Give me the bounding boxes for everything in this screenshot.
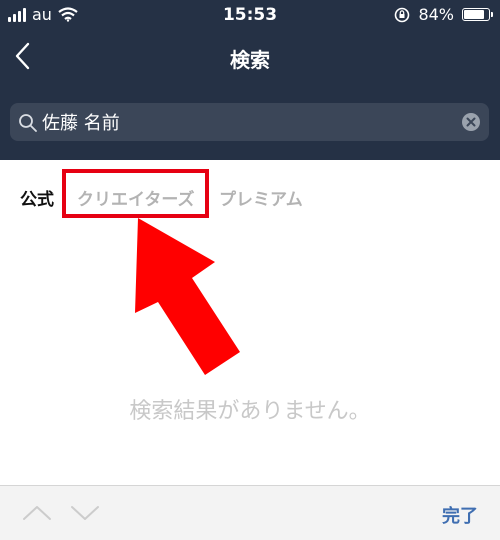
- search-bar[interactable]: [10, 103, 489, 141]
- search-input[interactable]: [42, 107, 432, 137]
- highlight-box: [62, 169, 209, 218]
- search-icon: [19, 114, 37, 132]
- done-button[interactable]: 完了: [442, 502, 478, 528]
- keyboard-toolbar: 完了: [0, 485, 500, 540]
- chevron-up-icon[interactable]: [20, 501, 54, 525]
- clear-icon[interactable]: [462, 113, 480, 131]
- tab-official[interactable]: 公式: [20, 185, 54, 210]
- battery-icon: [462, 8, 493, 21]
- empty-results-message: 検索結果がありません。: [129, 399, 371, 424]
- nav-bar: 検索: [0, 30, 500, 85]
- battery-percent: 84%: [418, 5, 454, 24]
- status-bar: au 15:53 84%: [0, 0, 500, 30]
- tab-premium[interactable]: プレミアム: [219, 185, 303, 210]
- status-right: 84%: [394, 5, 493, 24]
- chevron-down-icon[interactable]: [68, 501, 102, 525]
- page-title: 検索: [230, 48, 270, 72]
- rotation-lock-icon: [395, 7, 410, 22]
